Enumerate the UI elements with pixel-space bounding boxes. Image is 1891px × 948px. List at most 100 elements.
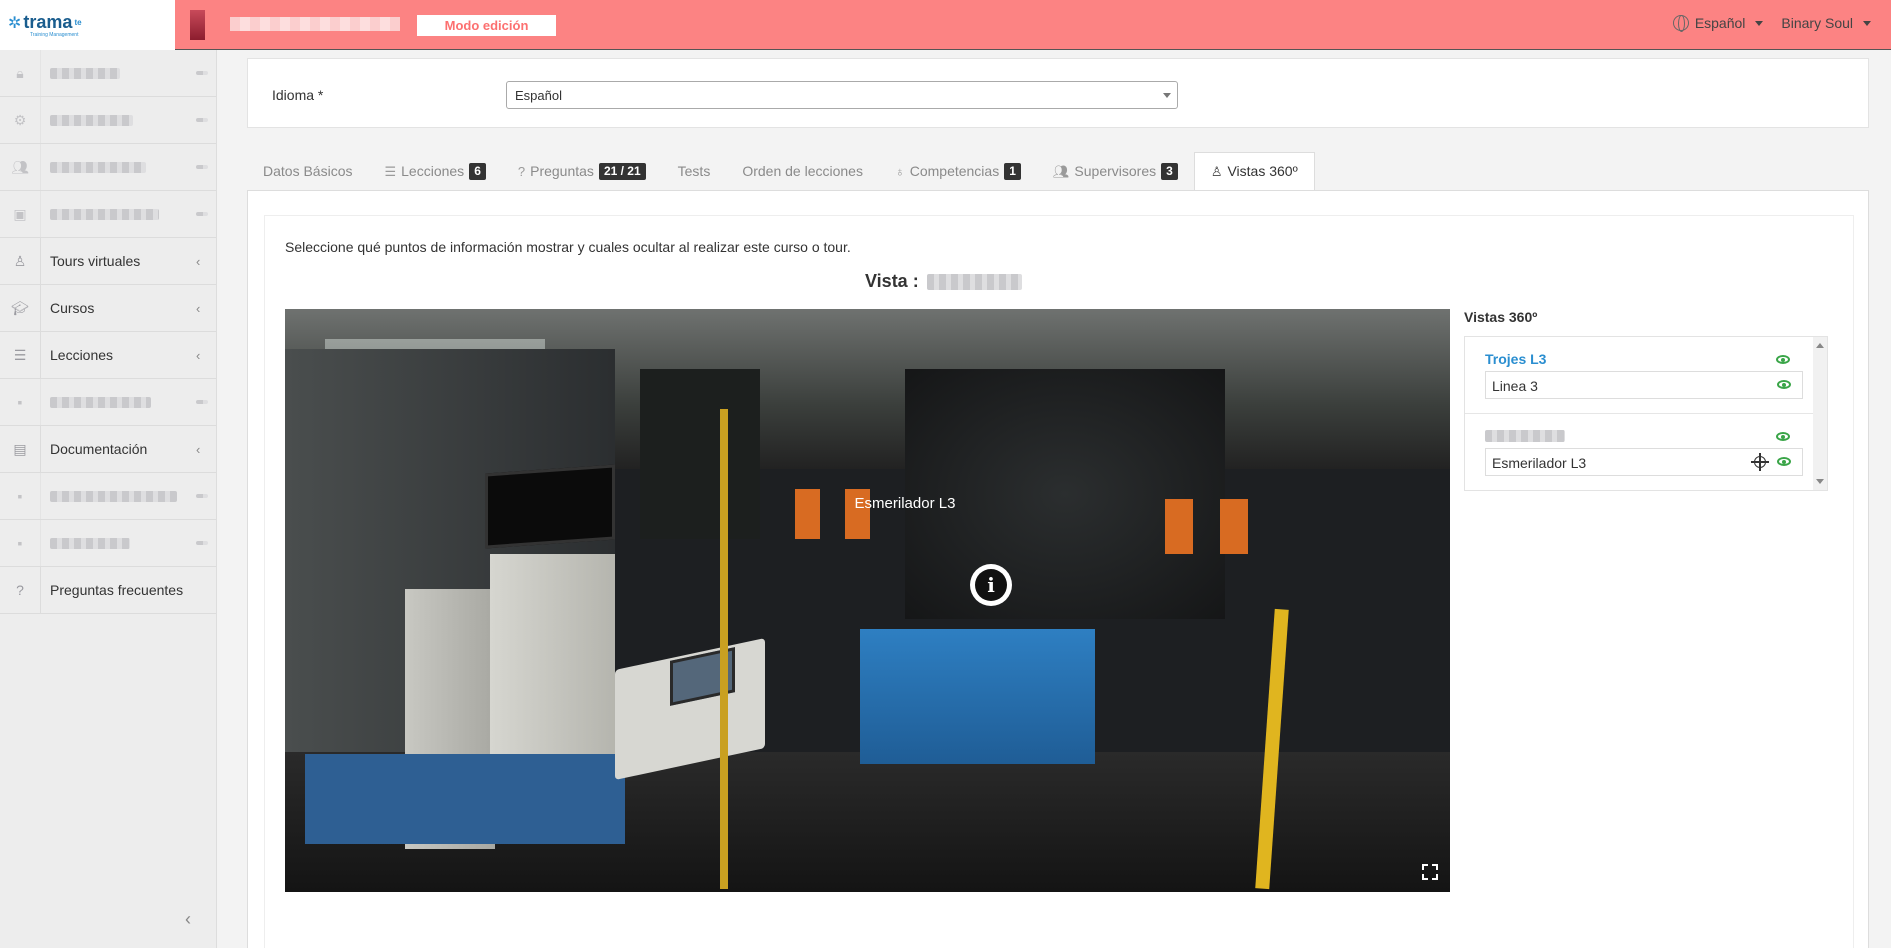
- info-icon: i: [975, 569, 1007, 601]
- instruction-text: Seleccione qué puntos de información mos…: [285, 239, 851, 255]
- sidebar-item[interactable]: ☰ Lecciones ‹: [0, 332, 216, 379]
- user-name: Binary Soul: [1781, 15, 1853, 31]
- language-dropdown[interactable]: Español: [1672, 15, 1764, 32]
- scroll-up-icon[interactable]: [1816, 343, 1824, 348]
- blurred-sidebar-label: [41, 208, 196, 220]
- language-label: Español: [1694, 15, 1746, 31]
- scroll-down-icon[interactable]: [1816, 479, 1824, 484]
- fullscreen-icon[interactable]: [1422, 864, 1438, 880]
- tab-competencias[interactable]: ♁ Competencias 1: [879, 152, 1037, 191]
- sidebar-item[interactable]: ▪: [0, 520, 216, 567]
- sidebar-item[interactable]: ⚙: [0, 97, 216, 144]
- panorama-viewer[interactable]: Esmerilador L3 i: [285, 309, 1450, 892]
- vista-group-name[interactable]: Trojes L3: [1485, 351, 1546, 367]
- blurred-sidebar-label: [41, 67, 196, 79]
- eye-icon[interactable]: [1777, 457, 1791, 466]
- sidebar-item[interactable]: 🔒︎: [0, 50, 216, 97]
- eye-icon[interactable]: [1777, 380, 1791, 389]
- sidebar-item[interactable]: ? Preguntas frecuentes: [0, 567, 216, 614]
- sidebar-item-label: Preguntas frecuentes: [50, 582, 184, 598]
- vistas-panel-title: Vistas 360º: [1464, 309, 1538, 325]
- tab-preguntas[interactable]: ? Preguntas 21 / 21: [502, 152, 662, 191]
- tab-label: Orden de lecciones: [742, 163, 863, 179]
- globe-icon: [1672, 15, 1689, 32]
- sidebar-item-label: Cursos: [50, 300, 95, 316]
- street-view-icon: ♙: [1210, 164, 1223, 179]
- crosshairs-icon[interactable]: [1751, 453, 1769, 471]
- vistas-scrollbar[interactable]: [1813, 337, 1827, 490]
- vista-item: Linea 3: [1485, 371, 1803, 399]
- logo-superscript: te: [74, 18, 82, 27]
- tab-supervisores[interactable]: 👥︎ Supervisores 3: [1037, 152, 1194, 191]
- chevron-left-icon: ‹: [196, 347, 201, 363]
- blurred-sidebar-label: [41, 114, 196, 126]
- chevron-left-icon: ‹: [196, 441, 201, 457]
- tab-label: Vistas 360º: [1227, 163, 1298, 179]
- caret-down-icon: [1755, 20, 1764, 26]
- edit-mode-badge: Modo edición: [417, 15, 556, 36]
- tab-content-card: Seleccione qué puntos de información mos…: [247, 190, 1869, 948]
- users-icon: 👥︎: [0, 144, 41, 190]
- lock-icon: 🔒︎: [0, 50, 41, 96]
- language-card: Idioma * Español: [247, 58, 1869, 128]
- tab-lecciones[interactable]: ☰ Lecciones 6: [368, 152, 501, 191]
- blurred-badge: [196, 541, 216, 545]
- logo-text: trama: [23, 12, 73, 32]
- pano-blue-base: [305, 754, 625, 844]
- blurred-badge: [196, 71, 216, 75]
- sidebar-item[interactable]: ▣: [0, 191, 216, 238]
- pano-blue-bin: [860, 629, 1095, 764]
- blurred-badge: [196, 212, 216, 216]
- sidebar-item[interactable]: ▪: [0, 379, 216, 426]
- tab-label: Competencias: [909, 163, 1000, 179]
- blurred-sidebar-label: [41, 396, 196, 408]
- tab-tests[interactable]: Tests: [662, 152, 727, 191]
- cogs-icon: ⚙: [0, 97, 41, 143]
- user-dropdown[interactable]: Binary Soul: [1781, 15, 1871, 31]
- vista-label: Vista :: [865, 271, 919, 291]
- info-hotspot[interactable]: i: [970, 564, 1012, 606]
- vista-item: Esmerilador L3: [1485, 448, 1803, 476]
- tab-label: Supervisores: [1074, 163, 1157, 179]
- sidebar: 🔒︎ ⚙ 👥︎ ▣ ♙ Tours virtuales ‹ 🎓︎ Cursos ‹ ☰ Leccion…: [0, 50, 217, 948]
- count-badge: 21 / 21: [598, 163, 646, 180]
- blurred-icon: ▪: [0, 473, 41, 519]
- language-field-label: Idioma *: [272, 87, 324, 103]
- sidebar-item[interactable]: 🎓︎ Cursos ‹: [0, 285, 216, 332]
- blurred-vista-name: [926, 273, 1022, 290]
- sidebar-item-label: Documentación: [50, 441, 148, 457]
- vistas-list: Trojes L3 Linea 3 Esmerilador L3: [1464, 336, 1828, 491]
- street-view-icon: ♙: [0, 238, 41, 284]
- pano-monitor: [485, 464, 615, 549]
- collapse-sidebar-icon[interactable]: ‹: [185, 909, 191, 930]
- blurred-sidebar-label: [41, 161, 196, 173]
- gear-logo-icon: ✲: [8, 14, 22, 32]
- sidebar-item[interactable]: 👥︎: [0, 144, 216, 191]
- eye-icon[interactable]: [1776, 432, 1790, 441]
- eye-icon[interactable]: [1776, 355, 1790, 364]
- question-icon: ?: [517, 164, 526, 179]
- tab-orden-de-lecciones[interactable]: Orden de lecciones: [726, 152, 879, 191]
- sidebar-item-label: Tours virtuales: [50, 253, 141, 269]
- language-select-value: Español: [515, 88, 562, 103]
- sidebar-item[interactable]: ▪: [0, 473, 216, 520]
- logo: ✲ trama te: [8, 12, 82, 33]
- vista-group: Trojes L3 Linea 3: [1465, 337, 1813, 414]
- top-right-menu: Español Binary Soul: [1672, 15, 1871, 32]
- pano-pillar: [720, 409, 728, 889]
- tab-datos-b-sicos[interactable]: Datos Básicos: [247, 152, 368, 191]
- vista-item-label: Linea 3: [1492, 378, 1538, 394]
- logo-area[interactable]: ✲ trama te Training Management: [0, 0, 175, 50]
- caret-down-icon: [1863, 20, 1871, 26]
- logo-subtitle: Training Management: [30, 32, 79, 38]
- vista-title: Vista :: [865, 271, 1022, 292]
- blurred-sidebar-label: [41, 537, 196, 549]
- blurred-icon: ▪: [0, 520, 41, 566]
- tab-vistas-360[interactable]: ♙ Vistas 360º: [1193, 152, 1315, 191]
- blurred-avatar: [190, 10, 205, 40]
- vista-group: Esmerilador L3: [1465, 414, 1813, 491]
- sidebar-item[interactable]: ♙ Tours virtuales ‹: [0, 238, 216, 285]
- sidebar-item[interactable]: ▤ Documentación ‹: [0, 426, 216, 473]
- select-caret-icon: [1163, 93, 1171, 98]
- language-select[interactable]: Español: [506, 81, 1178, 109]
